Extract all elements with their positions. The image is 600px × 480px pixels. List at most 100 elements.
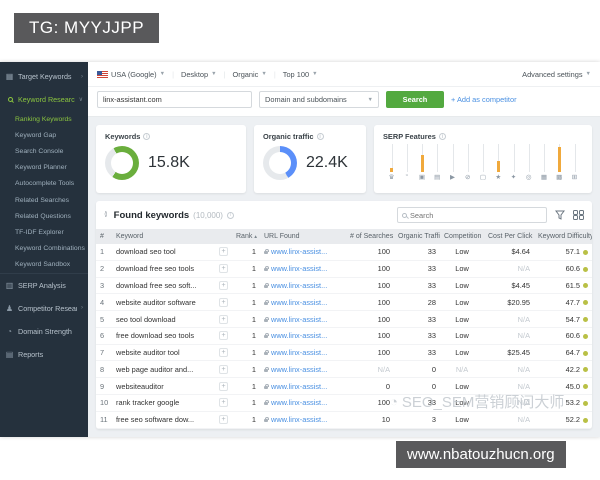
rank-value: 1 bbox=[232, 395, 260, 412]
table-row[interactable]: 7 website auditor tool + 1 www.linx-assi… bbox=[96, 344, 592, 361]
content: Keywords i 15.8K Organic traffic i bbox=[88, 117, 600, 437]
traffic-value: 33 bbox=[394, 260, 440, 277]
feature-bar bbox=[390, 168, 393, 172]
filter-icon[interactable] bbox=[555, 210, 565, 220]
add-keyword-button[interactable]: + bbox=[219, 298, 228, 307]
info-icon[interactable]: i bbox=[317, 133, 324, 140]
info-icon[interactable]: i bbox=[227, 212, 234, 219]
found-url-link[interactable]: www.linx-assist... bbox=[271, 315, 327, 324]
table-row[interactable]: 11 free seo software dow... + 1 www.linx… bbox=[96, 411, 592, 428]
sidebar-item-serp-analysis[interactable]: ▥ SERP Analysis bbox=[0, 273, 88, 297]
searches-value: 100 bbox=[346, 327, 394, 344]
sidebar-item-keyword-planner[interactable]: Keyword Planner bbox=[0, 160, 88, 176]
sidebar-item-keyword-sandbox[interactable]: Keyword Sandbox bbox=[0, 257, 88, 273]
top-stories-icon: ▤ bbox=[434, 174, 440, 182]
table-row[interactable]: 8 web page auditor and... + 1 www.linx-a… bbox=[96, 361, 592, 378]
found-url-link[interactable]: www.linx-assist... bbox=[271, 331, 327, 340]
chevron-down-icon: ▼ bbox=[368, 97, 373, 103]
table-row[interactable]: 10 rank tracker google + 1 www.linx-assi… bbox=[96, 395, 592, 412]
table-row[interactable]: 9 websiteauditor + 1 www.linx-assist... … bbox=[96, 378, 592, 395]
difficulty-value: 52.2 bbox=[566, 415, 580, 424]
add-keyword-button[interactable]: + bbox=[219, 398, 228, 407]
serp-feature: ⊞ bbox=[569, 144, 580, 182]
rank-value: 1 bbox=[232, 294, 260, 311]
add-keyword-button[interactable]: + bbox=[219, 348, 228, 357]
add-competitor-link[interactable]: + Add as competitor bbox=[451, 95, 517, 104]
found-url-link[interactable]: www.linx-assist... bbox=[271, 398, 327, 407]
bar-track-line bbox=[483, 144, 484, 172]
table-row[interactable]: 4 website auditor software + 1 www.linx-… bbox=[96, 294, 592, 311]
result-type-selector[interactable]: Organic ▼ bbox=[232, 70, 266, 79]
found-keywords-toolbar: ∧∨ Found keywords (10,000) i bbox=[96, 201, 592, 229]
sidebar-item-tf-idf-explorer[interactable]: TF-IDF Explorer bbox=[0, 224, 88, 240]
domain-query-input[interactable] bbox=[97, 91, 252, 108]
found-url-link[interactable]: www.linx-assist... bbox=[271, 382, 327, 391]
serp-analysis-icon: ▥ bbox=[5, 281, 14, 290]
keyword-text: website auditor tool bbox=[116, 348, 180, 357]
difficulty-value: 47.7 bbox=[566, 298, 580, 307]
sidebar-item-target-keywords[interactable]: ▦ Target Keywords › bbox=[0, 65, 88, 88]
top-results-selector[interactable]: Top 100 ▼ bbox=[283, 70, 318, 79]
col-difficulty[interactable]: Keyword Difficulty bbox=[534, 229, 592, 244]
advanced-settings-button[interactable]: Advanced settings ▼ bbox=[522, 70, 591, 79]
scope-select[interactable]: Domain and subdomains ▼ bbox=[259, 91, 379, 108]
add-keyword-button[interactable]: + bbox=[219, 365, 228, 374]
sidebar-item-keyword-gap[interactable]: Keyword Gap bbox=[0, 127, 88, 143]
difficulty-value: 60.6 bbox=[566, 264, 580, 273]
chevron-down-icon: ▼ bbox=[312, 71, 317, 77]
sidebar-item-ranking-keywords[interactable]: Ranking Keywords bbox=[0, 111, 88, 127]
lock-icon bbox=[264, 302, 268, 305]
columns-icon[interactable] bbox=[573, 210, 584, 220]
found-url-link[interactable]: www.linx-assist... bbox=[271, 415, 327, 424]
add-keyword-button[interactable]: + bbox=[219, 415, 228, 424]
table-search-input[interactable] bbox=[410, 211, 542, 220]
add-keyword-button[interactable]: + bbox=[219, 247, 228, 256]
difficulty-value: 42.2 bbox=[566, 365, 580, 374]
col-cpc[interactable]: Cost Per Click bbox=[484, 229, 534, 244]
table-row[interactable]: 6 free download seo tools + 1 www.linx-a… bbox=[96, 327, 592, 344]
sidebar-item-search-console[interactable]: Search Console bbox=[0, 143, 88, 159]
found-url-link[interactable]: www.linx-assist... bbox=[271, 281, 327, 290]
info-icon[interactable]: i bbox=[143, 133, 150, 140]
table-row[interactable]: 5 seo tool download + 1 www.linx-assist.… bbox=[96, 311, 592, 328]
sidebar-item-related-searches[interactable]: Related Searches bbox=[0, 192, 88, 208]
device-selector[interactable]: Desktop ▼ bbox=[181, 70, 217, 79]
serp-feature: ★ bbox=[493, 144, 504, 182]
col-competition[interactable]: Competition bbox=[440, 229, 484, 244]
serp-feature: ▦ bbox=[539, 144, 550, 182]
sitelinks-icon: ▦ bbox=[541, 174, 547, 182]
info-icon[interactable]: i bbox=[439, 133, 446, 140]
sidebar-item-reports[interactable]: ▤ Reports bbox=[0, 343, 88, 366]
sidebar-item-keyword-research[interactable]: Keyword Research ∨ bbox=[0, 88, 88, 111]
sidebar-item-competitor-research[interactable]: ♟ Competitor Research › bbox=[0, 297, 88, 320]
col-url-found[interactable]: URL Found bbox=[260, 229, 346, 244]
add-keyword-button[interactable]: + bbox=[219, 315, 228, 324]
add-keyword-button[interactable]: + bbox=[219, 382, 228, 391]
found-url-link[interactable]: www.linx-assist... bbox=[271, 365, 327, 374]
main-area: USA (Google) ▼ | Desktop ▼ | Organic ▼ |… bbox=[88, 62, 600, 437]
col-organic-traffic[interactable]: Organic Traffic bbox=[394, 229, 440, 244]
sidebar-item-keyword-combinations[interactable]: Keyword Combinations bbox=[0, 241, 88, 257]
add-keyword-button[interactable]: + bbox=[219, 264, 228, 273]
region-selector[interactable]: USA (Google) ▼ bbox=[97, 70, 165, 79]
sidebar-item-domain-strength[interactable]: ◔ Domain Strength bbox=[0, 320, 88, 343]
found-url-link[interactable]: www.linx-assist... bbox=[271, 264, 327, 273]
found-url-link[interactable]: www.linx-assist... bbox=[271, 247, 327, 256]
found-url-link[interactable]: www.linx-assist... bbox=[271, 348, 327, 357]
add-keyword-button[interactable]: + bbox=[219, 331, 228, 340]
col-rank[interactable]: Rank ▴ bbox=[232, 229, 260, 244]
reviews-icon: ★ bbox=[495, 174, 501, 182]
table-row[interactable]: 3 download free seo soft... + 1 www.linx… bbox=[96, 277, 592, 294]
table-row[interactable]: 2 download free seo tools + 1 www.linx-a… bbox=[96, 260, 592, 277]
search-button[interactable]: Search bbox=[386, 91, 444, 108]
add-keyword-button[interactable]: + bbox=[219, 281, 228, 290]
col-keyword[interactable]: Keyword bbox=[112, 229, 232, 244]
table-row[interactable]: 1 download seo tool + 1 www.linx-assist.… bbox=[96, 244, 592, 260]
col-searches[interactable]: # of Searches bbox=[346, 229, 394, 244]
row-index: 6 bbox=[96, 327, 112, 344]
sidebar-item-related-questions[interactable]: Related Questions bbox=[0, 208, 88, 224]
found-url-link[interactable]: www.linx-assist... bbox=[271, 298, 327, 307]
sidebar-item-autocomplete-tools[interactable]: Autocomplete Tools bbox=[0, 176, 88, 192]
cpc-value: $20.95 bbox=[484, 294, 534, 311]
collapse-icon[interactable]: ∧∨ bbox=[104, 212, 108, 219]
